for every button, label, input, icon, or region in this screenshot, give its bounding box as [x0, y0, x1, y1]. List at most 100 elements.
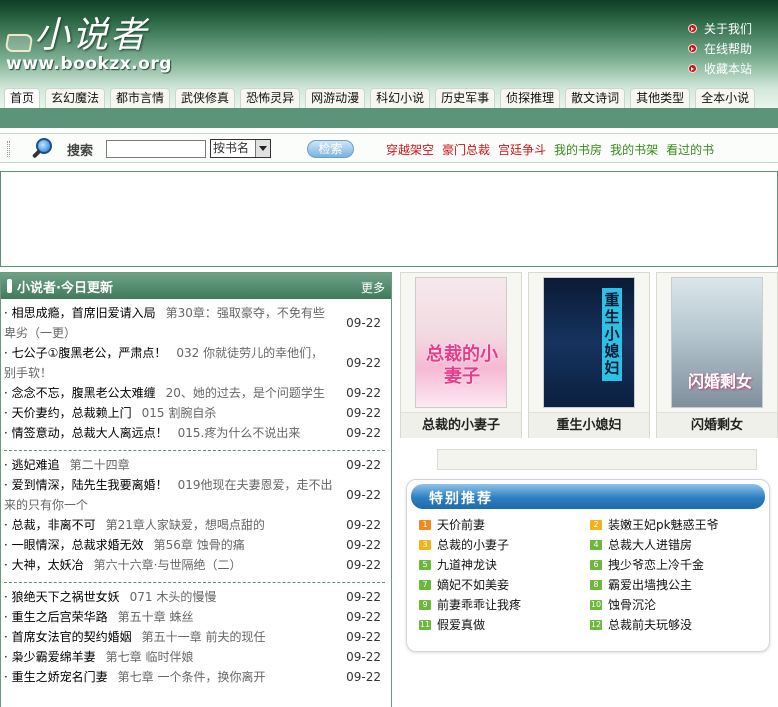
novel-title-link[interactable]: · 重生之后宫荣华路	[4, 610, 108, 624]
quick-link-3[interactable]: 我的书房	[554, 141, 602, 158]
novel-title-link[interactable]: · 狼绝天下之祸世女妖	[4, 590, 120, 604]
recommend-item[interactable]: 5 九道神龙诀	[419, 555, 497, 575]
recommend-title-link[interactable]: 九道神龙诀	[437, 555, 497, 575]
recommend-title-link[interactable]: 霸爱出墙拽公主	[608, 575, 692, 595]
search-button[interactable]: 检索	[307, 140, 354, 158]
about-us-link[interactable]: 关于我们	[688, 18, 774, 38]
novel-title-link[interactable]: · 念念不忘，腹黑老公太难缠	[4, 386, 156, 400]
recommend-item[interactable]: 2 装嫩王妃pk魅惑王爷	[590, 515, 719, 535]
recommend-item[interactable]: 9 前妻乖乖让我疼	[419, 595, 521, 615]
novel-title-link[interactable]: · 爱到情深，陆先生我要离婚！	[4, 478, 168, 492]
novel-title-link[interactable]: · 重生之娇宠名门妻	[4, 670, 108, 684]
novel-title-link[interactable]: · 枭少霸爱绵羊妻	[4, 650, 96, 664]
novel-title-link[interactable]: · 相思成瘾，首席旧爱请入局	[4, 306, 156, 320]
chapter-link[interactable]: 第七章 临时伴娘	[106, 650, 194, 664]
recommend-title-link[interactable]: 嫡妃不如美妾	[437, 575, 509, 595]
quick-link-5[interactable]: 看过的书	[666, 141, 714, 158]
recommend-item[interactable]: 4 总裁大人进错房	[590, 535, 692, 555]
recommend-item[interactable]: 3 总裁的小妻子	[419, 535, 509, 555]
book-caption[interactable]: 闪婚剩女	[657, 412, 777, 438]
logo-url: www.bookzx.org	[6, 54, 172, 74]
book-card[interactable]: 重生小媳妇 重生小媳妇	[528, 272, 650, 438]
quick-link-2[interactable]: 宫廷争斗	[498, 141, 546, 158]
nav-tab-7[interactable]: 历史军事	[435, 88, 496, 108]
quick-link-1[interactable]: 豪门总裁	[442, 141, 490, 158]
rank-badge: 11	[419, 620, 431, 630]
search-input[interactable]	[106, 140, 206, 158]
recommend-title-link[interactable]: 总裁前夫玩够没	[608, 615, 692, 635]
novel-title-link[interactable]: · 七公子①腹黑老公，严肃点！	[4, 346, 166, 360]
book-cover[interactable]: 总裁的小妻子	[415, 277, 507, 408]
nav-tab-10[interactable]: 其他类型	[630, 88, 691, 108]
search-type-select[interactable]: 按书名	[210, 139, 271, 158]
nav-tab-11[interactable]: 全本小说	[695, 88, 756, 108]
book-card[interactable]: 闪婚剩女 闪婚剩女	[656, 272, 778, 438]
recommend-title-link[interactable]: 总裁大人进错房	[608, 535, 692, 555]
book-caption[interactable]: 总裁的小妻子	[401, 412, 521, 438]
novel-title-link[interactable]: · 总裁，非离不可	[4, 518, 96, 532]
nav-tab-8[interactable]: 侦探推理	[500, 88, 561, 108]
chapter-link[interactable]: 第六十六章·与世隔绝（二）	[94, 558, 242, 572]
nav-tab-1[interactable]: 玄幻魔法	[45, 88, 106, 108]
chapter-link[interactable]: 015.疼为什么不说出来	[178, 426, 301, 440]
nav-tab-3[interactable]: 武侠修真	[175, 88, 236, 108]
novel-title-link[interactable]: · 首席女法官的契约婚姻	[4, 630, 132, 644]
rank-badge: 3	[419, 540, 431, 550]
update-row: · 逃妃难追 第二十四章 09-22	[4, 455, 385, 475]
recommend-item[interactable]: 6 拽少爷恋上冷千金	[590, 555, 704, 575]
recommend-title-link[interactable]: 蚀骨沉沦	[608, 595, 656, 615]
book-cover[interactable]: 重生小媳妇	[543, 277, 635, 408]
chapter-link[interactable]: 015 割腕自杀	[142, 406, 217, 420]
quick-links: 穿越架空 豪门总裁 宫廷争斗 我的书房 我的书架 看过的书	[386, 141, 722, 158]
chapter-link[interactable]: 第56章 蚀骨的痛	[154, 538, 245, 552]
recommend-item[interactable]: 10 蚀骨沉沦	[590, 595, 656, 615]
update-group: · 逃妃难追 第二十四章 09-22 · 爱到情深，陆先生我要离婚！ 019他现在夫妻恩…	[4, 451, 385, 583]
more-link[interactable]: 更多	[361, 279, 385, 296]
nav-tab-0[interactable]: 首页	[4, 88, 41, 108]
chapter-link[interactable]: 20、她的过去，是个问题学生	[166, 386, 325, 400]
cover-title: 闪婚剩女	[688, 372, 753, 391]
novel-title-link[interactable]: · 逃妃难追	[4, 458, 60, 472]
book-cover[interactable]: 闪婚剩女	[671, 277, 763, 408]
chapter-link[interactable]: 071 木头的慢慢	[130, 590, 217, 604]
rank-badge: 2	[590, 520, 602, 530]
recommend-item[interactable]: 12 总裁前夫玩够没	[590, 615, 692, 635]
chapter-link[interactable]: 第七章 一个条件，换你离开	[118, 670, 266, 684]
novel-title-link[interactable]: · 情签意动，总裁大人离远点！	[4, 426, 168, 440]
bookmark-site-link[interactable]: 收藏本站	[688, 58, 774, 78]
nav-tab-2[interactable]: 都市言情	[110, 88, 171, 108]
novel-title-link[interactable]: · 大神，太妖冶	[4, 558, 84, 572]
book-card[interactable]: 总裁的小妻子 总裁的小妻子	[400, 272, 522, 438]
nav-tab-5[interactable]: 网游动漫	[305, 88, 366, 108]
update-row: · 一眼情深，总裁求婚无效 第56章 蚀骨的痛 09-22	[4, 535, 385, 555]
chapter-link[interactable]: 第五十一章 前夫的现任	[142, 630, 266, 644]
recommend-title-link[interactable]: 天价前妻	[437, 515, 485, 535]
online-help-link[interactable]: 在线帮助	[688, 38, 774, 58]
site-logo[interactable]: 小说者 www.bookzx.org	[4, 6, 186, 82]
quick-link-4[interactable]: 我的书架	[610, 141, 658, 158]
recommend-item[interactable]: 11 假爱真做	[419, 615, 485, 635]
update-date: 09-22	[346, 670, 381, 684]
recommend-title-link[interactable]: 前妻乖乖让我疼	[437, 595, 521, 615]
novel-title-link[interactable]: · 天价妻约，总裁赖上门	[4, 406, 132, 420]
search-bar: 搜索 按书名 检索 穿越架空 豪门总裁 宫廷争斗 我的书房 我的书架 看过的书	[0, 133, 778, 163]
recommend-item[interactable]: 1 天价前妻	[419, 515, 485, 535]
recommend-title-link[interactable]: 总裁的小妻子	[437, 535, 509, 555]
recommend-title-link[interactable]: 拽少爷恋上冷千金	[608, 555, 704, 575]
nav-tab-4[interactable]: 恐怖灵异	[240, 88, 301, 108]
recommend-title-link[interactable]: 装嫩王妃pk魅惑王爷	[608, 515, 719, 535]
quick-link-0[interactable]: 穿越架空	[386, 141, 434, 158]
update-date: 09-22	[346, 458, 381, 472]
chapter-link[interactable]: 第21章人家缺爱，想喝点甜的	[106, 518, 265, 532]
recommend-title-link[interactable]: 假爱真做	[437, 615, 485, 635]
nav-tab-9[interactable]: 散文诗词	[565, 88, 626, 108]
novel-title-link[interactable]: · 一眼情深，总裁求婚无效	[4, 538, 144, 552]
nav-tab-6[interactable]: 科幻小说	[370, 88, 431, 108]
book-caption[interactable]: 重生小媳妇	[529, 412, 649, 438]
recommend-item[interactable]: 8 霸爱出墙拽公主	[590, 575, 692, 595]
chapter-link[interactable]: 第二十四章	[70, 458, 130, 472]
chapter-link[interactable]: 第五十章 蛛丝	[118, 610, 194, 624]
panel-title: 小说者·今日更新	[17, 281, 113, 296]
rank-badge: 12	[590, 620, 602, 630]
recommend-item[interactable]: 7 嫡妃不如美妾	[419, 575, 509, 595]
